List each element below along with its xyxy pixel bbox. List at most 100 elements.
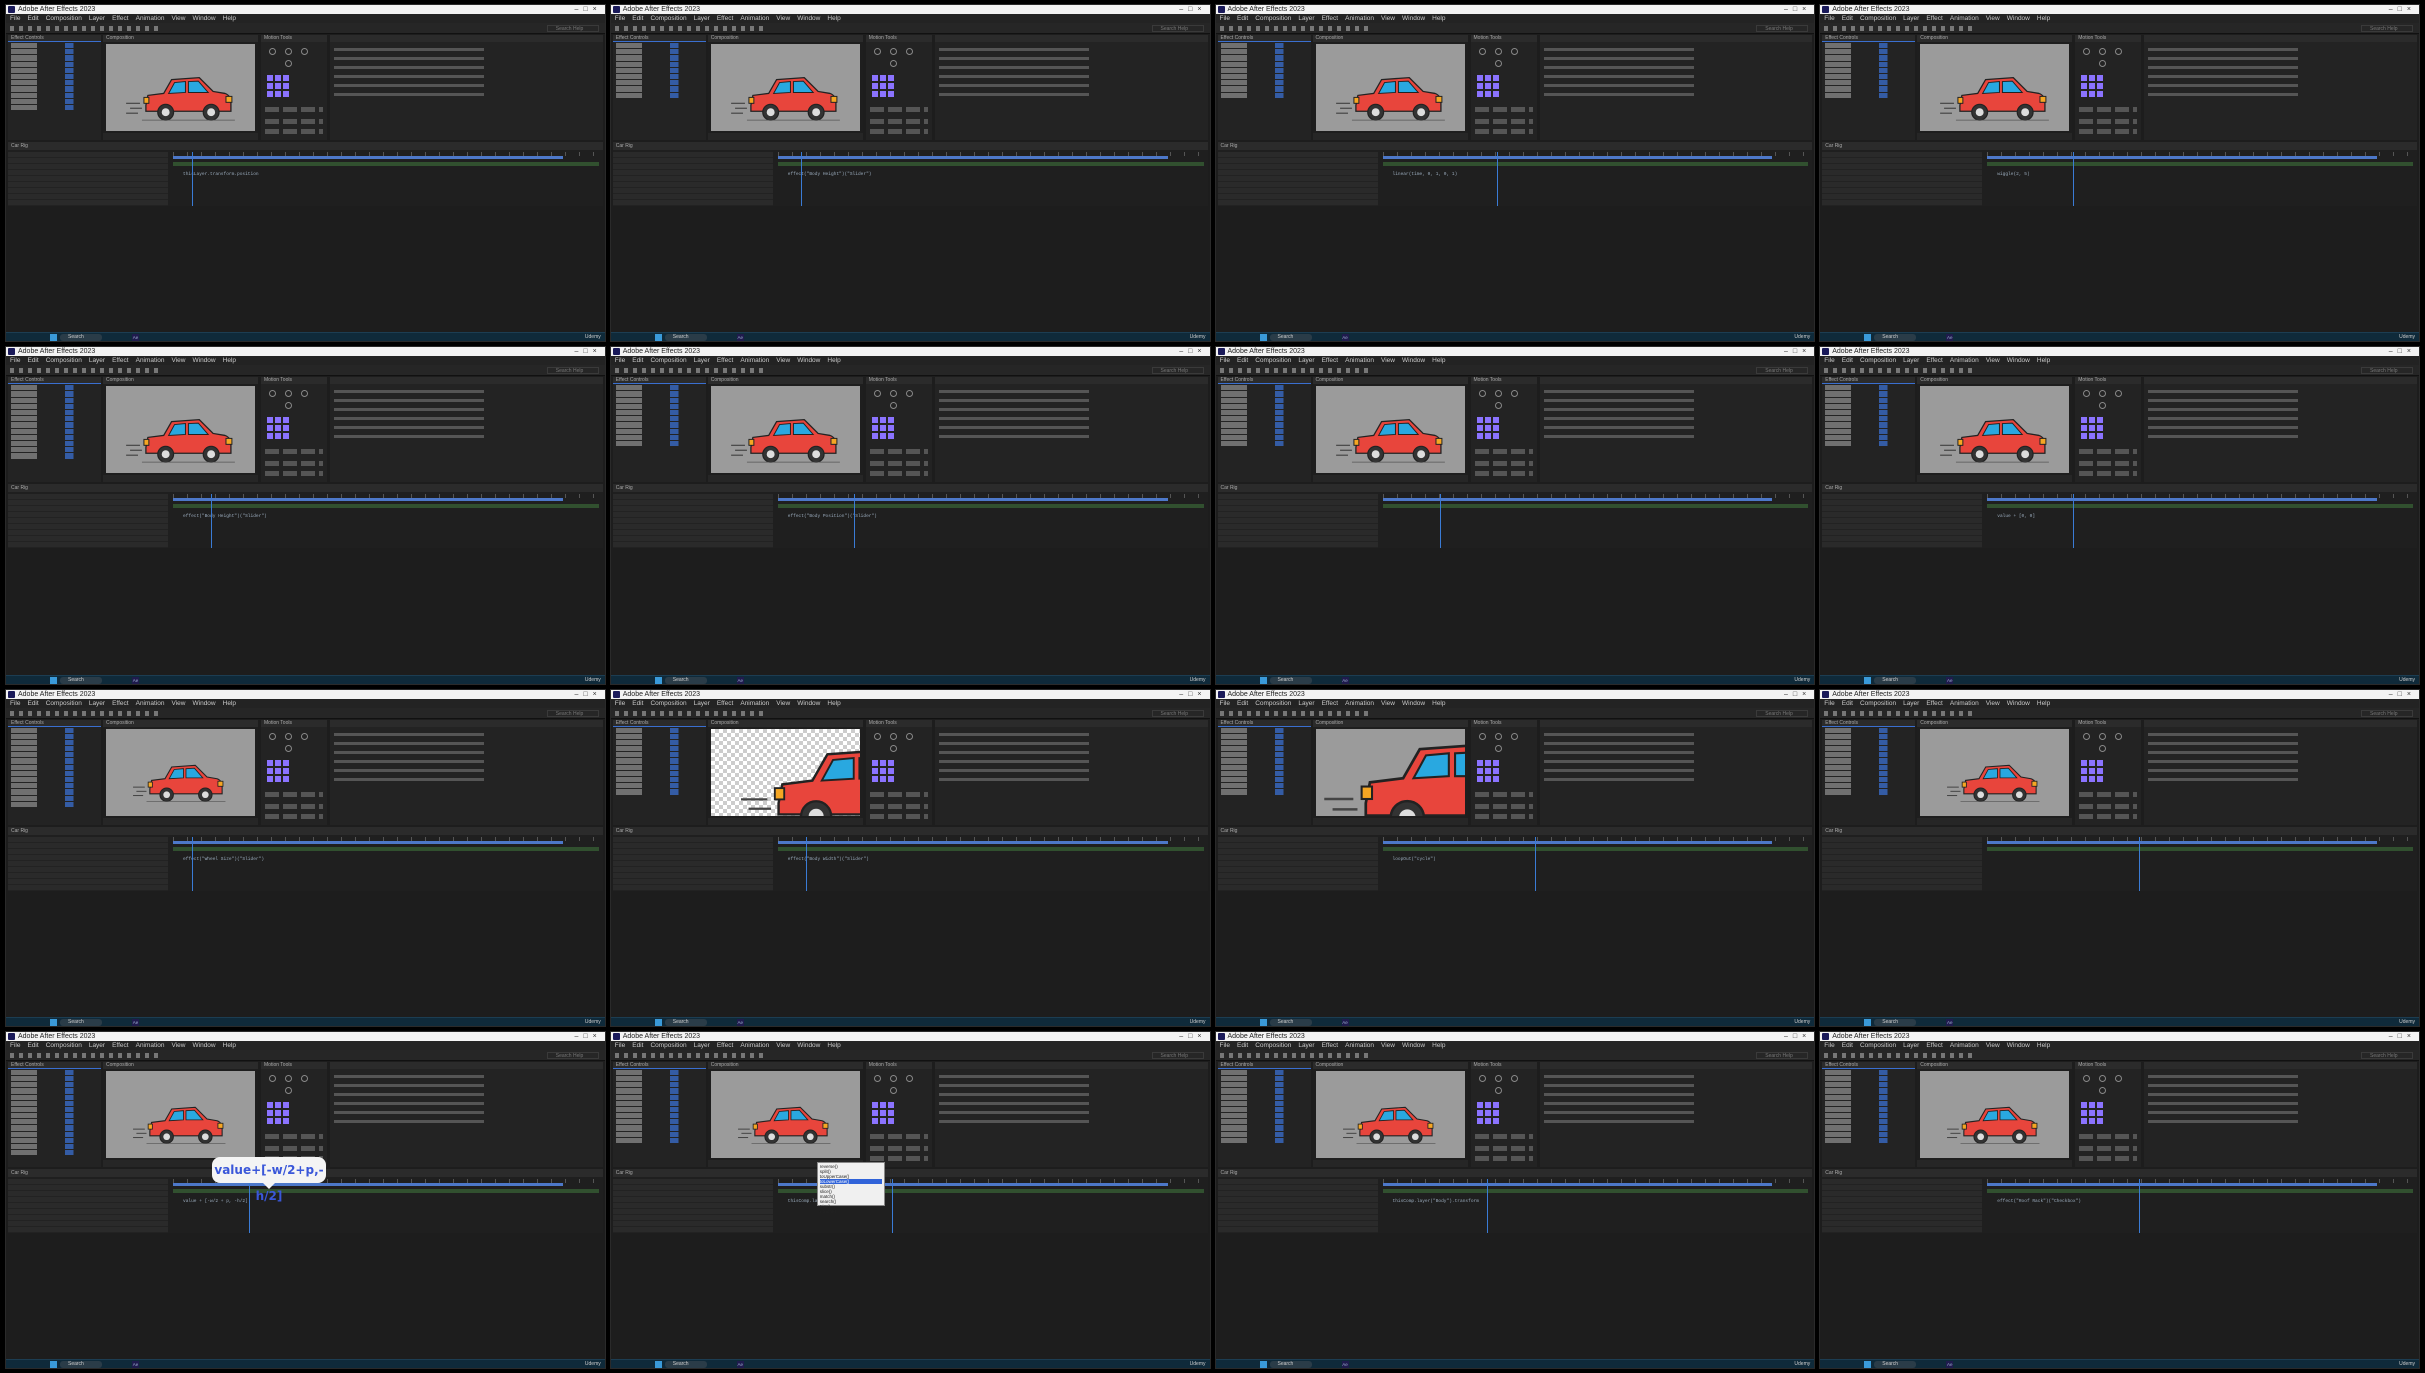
menu-item-help[interactable]: Help (2037, 15, 2050, 22)
property-row[interactable] (938, 1074, 1089, 1078)
motion-tools-tab[interactable]: Motion Tools (1470, 1061, 1537, 1069)
knob-control[interactable] (1478, 732, 1486, 740)
knob-control[interactable] (301, 390, 308, 398)
effect-property-row[interactable] (11, 1069, 98, 1075)
current-time-indicator[interactable] (800, 152, 802, 206)
property-row[interactable] (2148, 777, 2299, 781)
effect-property-row[interactable] (1220, 1088, 1308, 1094)
menu-item-view[interactable]: View (776, 700, 790, 707)
layer-list[interactable] (612, 1178, 773, 1233)
expression-editor[interactable]: effect("Body Width")("Slider") (788, 857, 869, 863)
effect-property-row[interactable] (1825, 1094, 1913, 1100)
layer-track[interactable] (1382, 162, 1809, 166)
menu-item-edit[interactable]: Edit (27, 700, 38, 707)
property-row[interactable] (938, 93, 1089, 96)
knob-control[interactable] (1478, 390, 1486, 398)
anchor-pad-grid[interactable] (1476, 1101, 1499, 1124)
menu-item-edit[interactable]: Edit (1842, 357, 1853, 364)
effect-controls-tab[interactable]: Effect Controls (8, 719, 101, 727)
menu-item-animation[interactable]: Animation (1345, 700, 1374, 707)
current-time-indicator[interactable] (2072, 494, 2074, 549)
motion-tools-buttons[interactable] (2079, 129, 2138, 134)
menu-item-file[interactable]: File (1824, 700, 1834, 707)
menu-item-effect[interactable]: Effect (1322, 357, 1339, 364)
effect-property-row[interactable] (615, 440, 703, 447)
effect-property-row[interactable] (615, 1119, 703, 1125)
layer-list[interactable] (612, 494, 773, 549)
windows-start-icon[interactable] (654, 334, 662, 342)
property-row[interactable] (938, 435, 1089, 439)
work-area-bar[interactable] (1987, 498, 2377, 502)
properties-tab[interactable] (2144, 1061, 2417, 1069)
current-time-indicator[interactable] (192, 152, 193, 206)
motion-tools-buttons[interactable] (2079, 107, 2138, 112)
property-row[interactable] (334, 57, 484, 60)
menu-item-file[interactable]: File (615, 700, 625, 707)
effect-property-row[interactable] (1220, 733, 1308, 739)
effect-property-row[interactable] (1220, 403, 1308, 409)
effect-controls-tab[interactable]: Effect Controls (1822, 719, 1916, 727)
effect-controls-tab[interactable]: Effect Controls (612, 1061, 706, 1069)
viewer-controls[interactable] (1312, 133, 1468, 140)
effect-property-row[interactable] (11, 727, 98, 733)
knob-control[interactable] (2099, 390, 2107, 398)
taskbar-search[interactable]: Search (60, 1018, 102, 1026)
effect-property-row[interactable] (1825, 422, 1913, 428)
knob-control[interactable] (269, 390, 276, 398)
taskbar-search[interactable]: Search (1269, 1018, 1312, 1026)
effect-controls-tab[interactable]: Effect Controls (1822, 35, 1916, 42)
knob-control[interactable] (2099, 1086, 2107, 1094)
menu-item-animation[interactable]: Animation (136, 357, 165, 364)
taskbar-search[interactable]: Search (1874, 676, 1917, 684)
property-row[interactable] (1543, 732, 1694, 736)
layer-track[interactable] (777, 162, 1204, 166)
motion-tools-buttons[interactable] (1474, 1145, 1533, 1151)
property-row[interactable] (938, 777, 1089, 781)
knob-control[interactable] (2115, 732, 2123, 740)
effect-property-row[interactable] (1220, 385, 1308, 391)
effect-property-row[interactable] (615, 1125, 703, 1131)
motion-tools-tab[interactable]: Motion Tools (261, 35, 327, 42)
effect-property-row[interactable] (615, 764, 703, 770)
effect-property-row[interactable] (615, 739, 703, 746)
work-area-bar[interactable] (173, 498, 563, 502)
effect-property-row[interactable] (1220, 49, 1308, 55)
effect-property-row[interactable] (1825, 739, 1913, 746)
windows-start-icon[interactable] (1259, 1361, 1267, 1368)
anchor-pad-grid[interactable] (267, 1101, 289, 1124)
menu-item-file[interactable]: File (615, 15, 625, 22)
menu-item-composition[interactable]: Composition (1255, 700, 1291, 707)
composition-tab[interactable]: Composition (1312, 377, 1468, 385)
property-row[interactable] (334, 768, 484, 772)
menu-item-composition[interactable]: Composition (46, 357, 82, 364)
menu-item-effect[interactable]: Effect (1926, 1042, 1943, 1049)
menu-item-help[interactable]: Help (1432, 15, 1445, 22)
menu-item-layer[interactable]: Layer (1298, 15, 1314, 22)
property-row[interactable] (1543, 741, 1694, 745)
current-time-indicator[interactable] (2139, 836, 2141, 891)
effect-property-row[interactable] (1220, 1113, 1308, 1119)
knob-control[interactable] (2099, 48, 2107, 55)
property-row[interactable] (938, 66, 1089, 69)
knob-control[interactable] (2083, 1074, 2091, 1082)
menu-item-edit[interactable]: Edit (632, 1042, 643, 1049)
knob-control[interactable] (1510, 390, 1518, 398)
menu-item-file[interactable]: File (10, 15, 20, 22)
motion-tools-tab[interactable]: Motion Tools (2075, 1061, 2142, 1069)
menu-item-window[interactable]: Window (797, 357, 820, 364)
knob-control[interactable] (1478, 1074, 1486, 1082)
effect-property-row[interactable] (11, 1075, 98, 1082)
ae-taskbar-icon[interactable]: Ae (1341, 676, 1349, 684)
effect-property-row[interactable] (11, 98, 98, 104)
window-controls[interactable]: –□× (575, 347, 602, 356)
comp-viewer[interactable] (1315, 1070, 1465, 1158)
menu-item-layer[interactable]: Layer (694, 1042, 710, 1049)
timeline-tab[interactable]: Car Rig (1217, 484, 1813, 493)
knob-control[interactable] (905, 48, 913, 55)
layer-list[interactable] (1217, 836, 1378, 891)
knob-control[interactable] (873, 48, 881, 55)
menu-item-window[interactable]: Window (1402, 1042, 1425, 1049)
search-help-input[interactable]: Search Help (546, 1051, 599, 1059)
effect-property-row[interactable] (11, 416, 98, 422)
effect-property-row[interactable] (1825, 55, 1913, 61)
